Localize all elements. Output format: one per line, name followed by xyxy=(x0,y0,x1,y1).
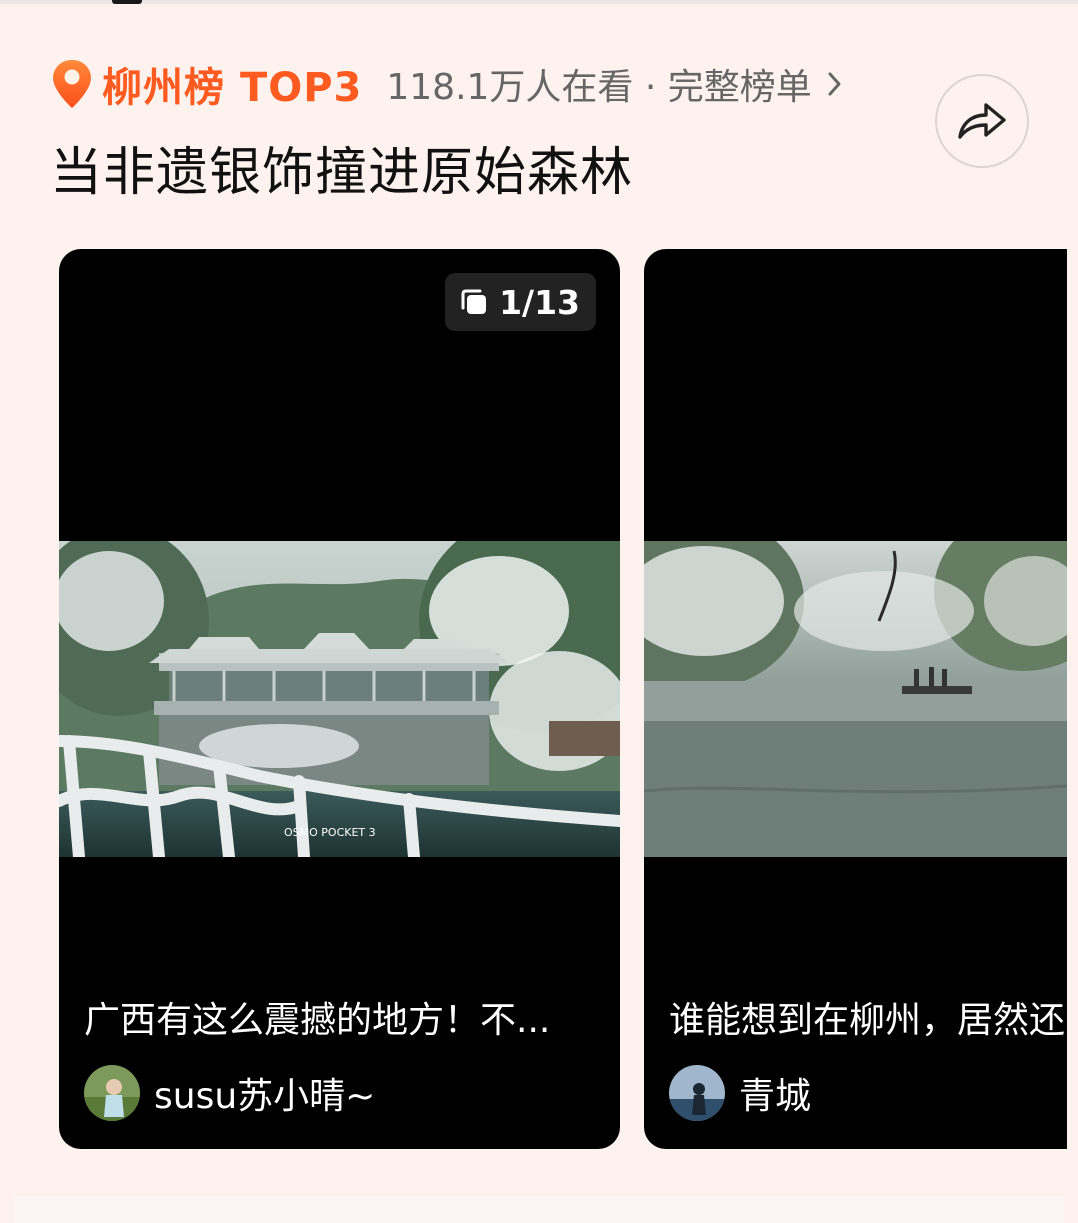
avatar[interactable] xyxy=(84,1065,140,1121)
avatar[interactable] xyxy=(669,1065,725,1121)
post-photo xyxy=(644,541,1067,857)
viewer-count[interactable]: 118.1万人在看 · 完整榜单 xyxy=(386,58,811,110)
page-title: 当非遗银饰撞进原始森林 xyxy=(50,143,634,203)
chevron-right-icon xyxy=(828,72,841,96)
post-caption[interactable]: 谁能想到在柳州，居然还 xyxy=(669,991,1067,1043)
author-name[interactable]: susu苏小晴~ xyxy=(154,1067,375,1119)
svg-text:OSMO POCKET 3: OSMO POCKET 3 xyxy=(284,826,376,839)
location-pin-icon xyxy=(53,60,91,108)
gallery-icon xyxy=(461,289,487,314)
author-info[interactable]: susu苏小晴~ xyxy=(84,1065,375,1121)
author-name[interactable]: 青城 xyxy=(739,1067,811,1119)
post-caption[interactable]: 广西有这么震撼的地方！不... xyxy=(84,991,594,1043)
top-divider xyxy=(0,0,1078,4)
rank-header[interactable]: 柳州榜 TOP3 118.1万人在看 · 完整榜单 xyxy=(50,58,844,111)
share-button[interactable] xyxy=(935,74,1029,168)
top-handle xyxy=(112,0,142,4)
post-card[interactable]: 1/13 OSMO POCKET 3 广西有这么震撼的地方！不... susu苏… xyxy=(59,249,620,1149)
author-info[interactable]: 青城 xyxy=(669,1065,811,1121)
share-arrow-icon xyxy=(958,103,1006,139)
bottom-divider xyxy=(14,1196,1064,1223)
post-card[interactable]: 谁能想到在柳州，居然还 青城 xyxy=(644,249,1067,1149)
post-photo: OSMO POCKET 3 xyxy=(59,541,620,857)
image-count-badge: 1/13 xyxy=(445,273,596,331)
rank-title: 柳州榜 TOP3 xyxy=(102,65,363,111)
